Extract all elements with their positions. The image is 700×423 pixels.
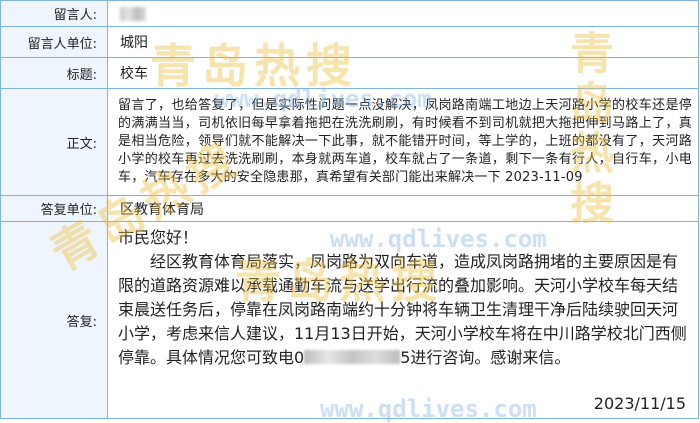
reply-paragraph: 经区教育体育局落实，凤岗路为双向车道，造成凤岗路拥堵的主要原因是有限的道路资源难… <box>118 250 688 370</box>
row-reply-unit: 答复单位: 区教育体育局 <box>0 195 699 222</box>
reply-cell: 市民您好！ 经区教育体育局落实，凤岗路为双向车道，造成凤岗路拥堵的主要原因是有限… <box>107 221 699 419</box>
reply-unit-value: 区教育体育局 <box>107 195 699 222</box>
row-author: 留言人: <box>0 0 699 27</box>
body-label: 正文: <box>0 88 108 196</box>
author-value <box>107 0 699 27</box>
row-body: 正文: 留言了，也给答复了，但是实际性问题一点没解决，凤岗路南端工地边上天河路小… <box>0 88 699 196</box>
reply-unit-label: 答复单位: <box>0 195 108 222</box>
reply-text-after: 5进行咨询。感谢来信。 <box>400 348 571 367</box>
reply-content: 市民您好！ 经区教育体育局落实，凤岗路为双向车道，造成凤岗路拥堵的主要原因是有限… <box>108 222 698 418</box>
reply-greeting: 市民您好！ <box>118 228 199 247</box>
author-unit-label: 留言人单位: <box>0 26 108 58</box>
row-author-unit: 留言人单位: 城阳 <box>0 26 699 58</box>
body-cell: 留言了，也给答复了，但是实际性问题一点没解决，凤岗路南端工地边上天河路小学的校车… <box>107 88 699 196</box>
title-value: 校车 <box>107 57 699 89</box>
author-label: 留言人: <box>0 0 108 27</box>
body-text: 留言了，也给答复了，但是实际性问题一点没解决，凤岗路南端工地边上天河路小学的校车… <box>118 98 692 185</box>
reply-date: 2023/11/15 <box>593 394 686 413</box>
author-redacted <box>120 6 146 21</box>
title-label: 标题: <box>0 57 108 89</box>
author-unit-value: 城阳 <box>107 26 699 58</box>
message-table: 留言人: 留言人单位: 城阳 标题: 校车 正文: 留言了，也给答复了，但是实际… <box>0 0 699 419</box>
phone-redacted <box>304 350 401 364</box>
reply-label: 答复: <box>0 221 108 419</box>
row-reply: 答复: 市民您好！ 经区教育体育局落实，凤岗路为双向车道，造成凤岗路拥堵的主要原… <box>0 221 699 419</box>
row-title: 标题: 校车 <box>0 57 699 89</box>
